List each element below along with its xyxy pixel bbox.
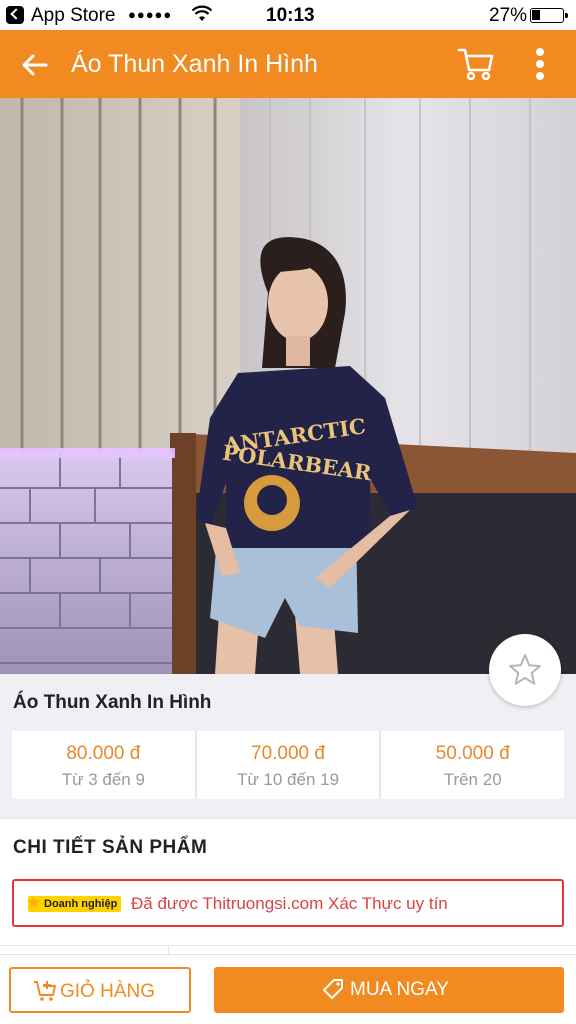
- tier-range: Trên 20: [443, 770, 502, 789]
- section-title: CHI TIẾT SẢN PHẨM: [13, 837, 208, 858]
- wifi-icon: [192, 5, 212, 21]
- status-bar: App Store ●●●●● 10:13 27%: [0, 0, 576, 30]
- status-carrier[interactable]: App Store: [31, 5, 116, 27]
- tier-price: 50.000 đ: [435, 743, 510, 764]
- verification-notice: ★ Doanh nghiệp Đã được Thitruongsi.com X…: [12, 879, 564, 927]
- tag-icon: [323, 979, 343, 999]
- tier-price: 70.000 đ: [251, 743, 325, 764]
- price-tier: 50.000 đ Trên 20: [381, 731, 564, 799]
- battery-percent: 27%: [489, 5, 528, 26]
- app-header: Áo Thun Xanh In Hình: [0, 30, 576, 98]
- star-icon: ★: [26, 893, 42, 912]
- product-image[interactable]: ANTARCTIC POLARBEAR: [0, 98, 576, 674]
- product-photo: ANTARCTIC POLARBEAR: [0, 98, 576, 674]
- verification-text: Đã được Thitruongsi.com Xác Thực uy tín: [131, 894, 448, 913]
- business-badge: ★ Doanh nghiệp: [26, 893, 122, 912]
- buy-now-button[interactable]: MUA NGAY: [214, 967, 564, 1013]
- tier-price: 80.000 đ: [66, 743, 141, 764]
- price-tier: 80.000 đ Từ 3 đến 9: [12, 731, 197, 799]
- cart-button-label: GIỎ HÀNG: [60, 981, 156, 1002]
- add-to-cart-button[interactable]: GIỎ HÀNG: [9, 967, 191, 1013]
- page-title: Áo Thun Xanh In Hình: [71, 50, 318, 78]
- battery-icon: [530, 8, 568, 23]
- bottom-action-bar: GIỎ HÀNG MUA NGAY: [0, 954, 576, 1024]
- status-time: 10:13: [266, 5, 315, 26]
- signal-strength: ●●●●●: [128, 7, 173, 22]
- product-name: Áo Thun Xanh In Hình: [13, 692, 212, 713]
- favorite-button[interactable]: [489, 634, 561, 706]
- cart-icon[interactable]: [457, 46, 495, 82]
- arrow-left-icon[interactable]: [18, 48, 52, 82]
- price-tiers: 80.000 đ Từ 3 đến 9 70.000 đ Từ 10 đến 1…: [12, 731, 564, 799]
- cart-add-icon: [34, 981, 56, 1001]
- product-detail-section: CHI TIẾT SẢN PHẨM ★ Doanh nghiệp Đã được…: [0, 818, 576, 968]
- back-to-app-icon[interactable]: [6, 6, 24, 24]
- tier-range: Từ 3 đến 9: [61, 770, 145, 789]
- star-outline-icon: [509, 654, 541, 685]
- badge-label: Doanh nghiệp: [44, 898, 118, 910]
- price-tier: 70.000 đ Từ 10 đến 19: [197, 731, 382, 799]
- tier-range: Từ 10 đến 19: [236, 770, 340, 789]
- buy-button-label: MUA NGAY: [350, 979, 449, 1000]
- more-vertical-icon[interactable]: [525, 44, 555, 84]
